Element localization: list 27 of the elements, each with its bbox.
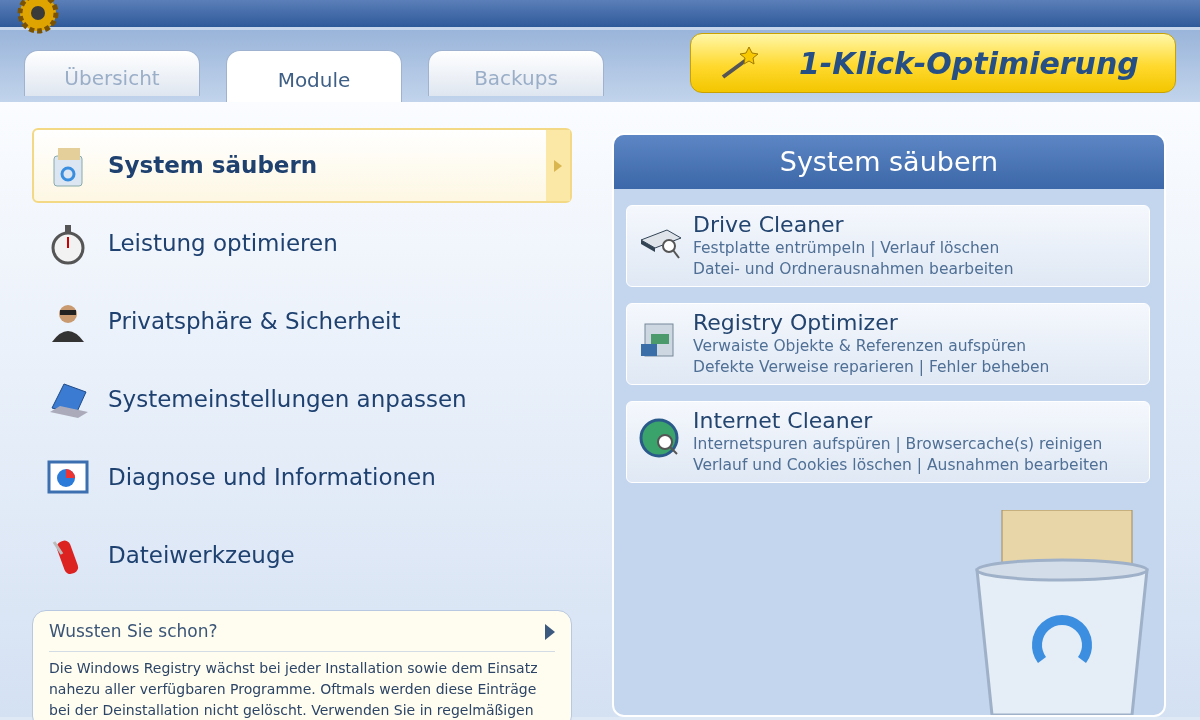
- tool-description: Internetspuren aufspüren | Browsercache(s) reinigen: [693, 434, 1104, 455]
- module-item[interactable]: Leistung optimieren: [32, 206, 572, 281]
- panel-title: System säubern: [614, 135, 1164, 189]
- tip-text: Die Windows Registry wächst bei jeder Installation sowie dem Einsatz nahezu aller verfügbaren Programme. Oftmals werden diese Einträge bei der Deinstallation nicht gelöscht. Verwenden Sie in regelmäßigen: [49, 658, 539, 720]
- module-item[interactable]: System säubern: [32, 128, 572, 203]
- module-item[interactable]: Privatsphäre & Sicherheit: [32, 284, 572, 359]
- tool-name[interactable]: Drive Cleaner: [693, 212, 1014, 238]
- tool-description: Verlauf und Cookies löschen | Ausnahmen bearbeiten: [693, 455, 1109, 476]
- tool-name[interactable]: Registry Optimizer: [693, 310, 1050, 336]
- tool-name[interactable]: Internet Cleaner: [693, 408, 1109, 434]
- tool-card[interactable]: Drive Cleaner Festplatte entrümpeln | Verlauf löschen Datei- und Ordnerausnahmen bearbeiten: [626, 205, 1150, 287]
- tip-title: Wussten Sie schon?: [49, 620, 218, 643]
- magic-wand-icon: [719, 45, 759, 81]
- tab[interactable]: Module: [226, 50, 402, 102]
- arrow-icon: [554, 159, 562, 172]
- tool-card[interactable]: Registry Optimizer Verwaiste Objekte & Referenzen aufspüren Defekte Verweise reparieren | Fehler beheben: [626, 303, 1150, 385]
- globe-icon: [637, 416, 681, 460]
- tool-description: Defekte Verweise reparieren | Fehler beheben: [693, 357, 1050, 378]
- tool-description: Datei- und Ordnerausnahmen bearbeiten: [693, 259, 1014, 280]
- next-arrow-icon[interactable]: [545, 623, 555, 640]
- module-item[interactable]: Dateiwerkzeuge: [32, 518, 572, 593]
- module-item[interactable]: Systemeinstellungen anpassen: [32, 362, 572, 437]
- tool-description: Festplatte entrümpeln | Verlauf löschen: [693, 238, 1001, 259]
- tool-card[interactable]: Internet Cleaner Internetspuren aufspüren | Browsercache(s) reinigen Verlauf und Cookies löschen | Ausnahmen bearbeiten: [626, 401, 1150, 483]
- one-click-optimize-button[interactable]: 1-Klick-Optimierung: [690, 33, 1176, 93]
- tool-description: Verwaiste Objekte & Referenzen aufspüren: [693, 336, 1028, 357]
- module-item[interactable]: Diagnose und Informationen: [32, 440, 572, 515]
